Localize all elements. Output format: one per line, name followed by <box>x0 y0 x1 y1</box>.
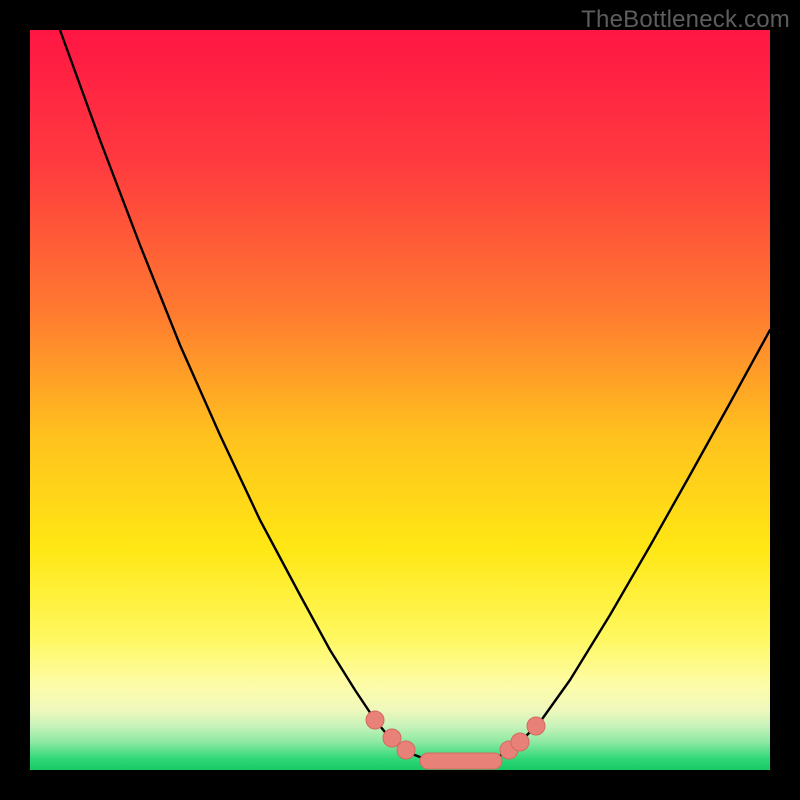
bottleneck-curve <box>60 30 770 761</box>
highlight-dot <box>397 741 415 759</box>
highlight-dot <box>366 711 384 729</box>
highlight-dot <box>511 733 529 751</box>
valley-floor-pill <box>420 753 502 769</box>
highlight-dot <box>527 717 545 735</box>
curve-layer <box>30 30 770 770</box>
highlight-dot <box>383 729 401 747</box>
highlight-dots-group <box>366 711 545 759</box>
outer-frame: TheBottleneck.com <box>0 0 800 800</box>
watermark-text: TheBottleneck.com <box>581 6 790 34</box>
